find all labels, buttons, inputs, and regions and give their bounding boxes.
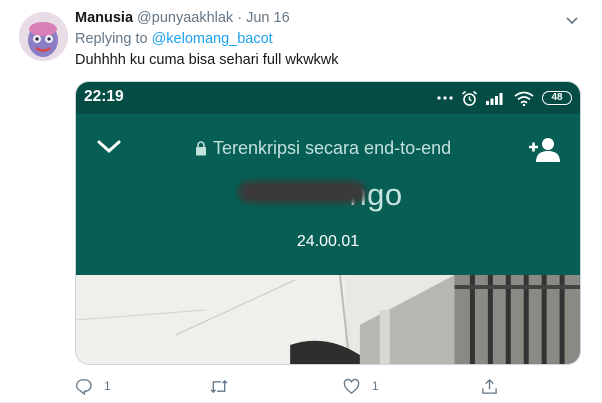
like-icon [343, 378, 360, 394]
tweet-media-image[interactable]: 22:19 48 Terenkripsi secara end-to-end n… [75, 81, 581, 365]
tweet[interactable]: Manusia @punyaakhlak · Jun 16 Replying t… [0, 0, 602, 403]
replying-prefix: Replying to [75, 31, 148, 47]
encryption-notice: Terenkripsi secara end-to-end [195, 138, 451, 159]
tweet-header: Manusia @punyaakhlak · Jun 16 [75, 9, 290, 27]
share-icon [482, 378, 497, 394]
signal-icon [486, 93, 503, 105]
author-handle[interactable]: @punyaakhlak [137, 10, 233, 26]
avatar[interactable] [19, 12, 68, 61]
retweet-icon [210, 379, 228, 393]
replying-to: Replying to @kelomang_bacot [75, 31, 273, 47]
redaction-mark [238, 181, 366, 203]
tweet-text: Duhhhh ku cuma bisa sehari full wkwkwk [75, 52, 339, 68]
status-icons: 48 [437, 88, 572, 108]
tweet-actions: 1 1 [75, 375, 575, 397]
separator: · [237, 10, 243, 26]
lock-icon [196, 141, 206, 156]
chevron-down-icon[interactable] [564, 12, 580, 28]
author-name[interactable]: Manusia [75, 10, 133, 26]
call-duration: 24.00.01 [296, 233, 360, 250]
encryption-text: Terenkripsi secara end-to-end [213, 138, 452, 158]
replying-to-link[interactable]: @kelomang_bacot [152, 31, 273, 47]
add-participant-icon [529, 138, 560, 162]
phone-status-bar: 22:19 48 [76, 82, 580, 114]
reply-button[interactable]: 1 [75, 375, 111, 397]
chevron-down-icon [97, 140, 121, 154]
reply-icon [76, 378, 92, 395]
battery-indicator: 48 [542, 91, 572, 105]
like-count: 1 [372, 379, 379, 393]
call-screen-header: 22:19 48 Terenkripsi secara end-to-end n… [76, 82, 580, 275]
alarm-icon [461, 90, 478, 106]
share-button[interactable] [481, 375, 498, 397]
like-button[interactable]: 1 [343, 375, 379, 397]
dots-icon [437, 96, 453, 100]
tweet-date[interactable]: Jun 16 [246, 10, 290, 26]
retweet-button[interactable] [209, 375, 241, 397]
status-time: 22:19 [84, 88, 124, 105]
call-background-photo [76, 275, 580, 364]
wifi-icon [514, 91, 534, 106]
reply-count: 1 [104, 379, 111, 393]
